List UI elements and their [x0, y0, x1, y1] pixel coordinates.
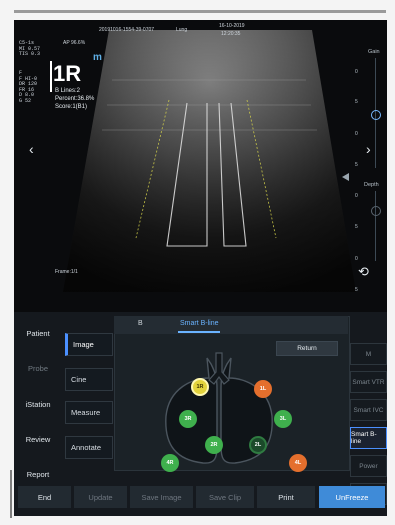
- zone-1r[interactable]: 1R: [191, 378, 209, 396]
- menu-smart-vtr[interactable]: Smart VTR: [350, 371, 387, 393]
- brand-logo: m: [93, 52, 102, 63]
- menu-cine[interactable]: Cine: [65, 368, 113, 391]
- zone-4l[interactable]: 4L: [289, 454, 307, 472]
- depth-slider-track[interactable]: [375, 191, 376, 261]
- update-button[interactable]: Update: [74, 486, 127, 508]
- depth-tick: 5: [355, 287, 358, 293]
- gain-slider-thumb[interactable]: [371, 110, 381, 120]
- menu-smart-ivc[interactable]: Smart IVC: [350, 399, 387, 421]
- date-label: 16-10-2019: [219, 23, 245, 29]
- depth-tick: 0: [355, 256, 358, 262]
- zone-3r[interactable]: 3R: [179, 410, 197, 428]
- chevron-right-icon[interactable]: ›: [366, 141, 371, 157]
- menu-power[interactable]: Power: [350, 455, 387, 477]
- depth-label: Depth: [364, 182, 379, 188]
- depth-tick: 0: [355, 193, 358, 199]
- tab-smart-bline[interactable]: Smart B-line: [180, 320, 219, 327]
- gain-label: Gain: [368, 49, 380, 55]
- probe-params: C5-1s MI 0.57 TIS 0.3: [19, 40, 41, 58]
- sidebar-item-probe[interactable]: Probe: [14, 354, 62, 382]
- param-line: TIS 0.3: [19, 51, 41, 57]
- zone-2l[interactable]: 2L: [249, 436, 267, 454]
- zone-label: 1R: [53, 61, 82, 86]
- return-button[interactable]: Return: [276, 341, 338, 356]
- return-icon[interactable]: ⟲: [358, 264, 369, 280]
- tab-b[interactable]: B: [138, 320, 143, 327]
- acoustic-power: AP 96.6%: [63, 40, 86, 46]
- depth-tick: 5: [355, 162, 358, 168]
- preset-label: Lung: [176, 27, 188, 33]
- control-panel: Patient Probe iStation Review Report Ima…: [14, 312, 387, 516]
- zone-2r[interactable]: 2R: [205, 436, 223, 454]
- blines-score: Score:1(B1): [55, 104, 88, 110]
- chevron-left-icon[interactable]: ‹: [29, 141, 34, 157]
- sidebar-item-report[interactable]: Report: [14, 460, 62, 488]
- menu-annotate[interactable]: Annotate: [65, 436, 113, 459]
- ultrasound-image-area: 20191016-1554-39-0707 Lung 16-10-2019 12…: [14, 20, 387, 312]
- menu-m[interactable]: M: [350, 343, 387, 365]
- menu-image[interactable]: Image: [65, 333, 113, 356]
- tab-indicator: [178, 331, 220, 333]
- scale-bar: [50, 61, 52, 92]
- param-line: G 52: [19, 97, 32, 104]
- sidebar-item-istation[interactable]: iStation: [14, 390, 62, 418]
- blines-percent: Percent:36.8%: [55, 96, 95, 102]
- zone-4r[interactable]: 4R: [161, 454, 179, 472]
- depth-tick: 5: [355, 224, 358, 230]
- depth-tick: 0: [355, 131, 358, 137]
- end-button[interactable]: End: [18, 486, 71, 508]
- menu-smart-bline[interactable]: Smart B-line: [350, 427, 387, 449]
- left-rule: [10, 470, 12, 518]
- ultrasound-device-screen: 20191016-1554-39-0707 Lung 16-10-2019 12…: [14, 20, 387, 516]
- focus-marker[interactable]: [342, 173, 349, 181]
- panel-tabbar: [114, 316, 348, 334]
- sidebar-item-review[interactable]: Review: [14, 425, 62, 453]
- depth-slider-thumb[interactable]: [371, 206, 381, 216]
- image-params: F F HI-0 DR 120 FR 16 D 8.0 G 52: [19, 70, 37, 104]
- bline-stats: B Lines:2 Percent:36.8% Score:1(B1): [55, 87, 94, 111]
- patient-id: 20191016-1554-39-0707: [99, 27, 155, 33]
- unfreeze-button[interactable]: UnFreeze: [319, 486, 385, 508]
- zone-3l[interactable]: 3L: [274, 410, 292, 428]
- save-image-button[interactable]: Save Image: [130, 486, 193, 508]
- menu-measure[interactable]: Measure: [65, 401, 113, 424]
- depth-tick: 5: [355, 99, 358, 105]
- print-button[interactable]: Print: [257, 486, 315, 508]
- sidebar-item-patient[interactable]: Patient: [14, 319, 62, 347]
- zone-1l[interactable]: 1L: [254, 380, 272, 398]
- blines-count: B Lines:2: [55, 88, 81, 94]
- depth-tick: 0: [355, 69, 358, 75]
- top-rule: [14, 10, 386, 13]
- time-label: 12:20:35: [221, 31, 241, 37]
- save-clip-button[interactable]: Save Clip: [196, 486, 254, 508]
- frame-counter: Frame:1/1: [55, 269, 78, 275]
